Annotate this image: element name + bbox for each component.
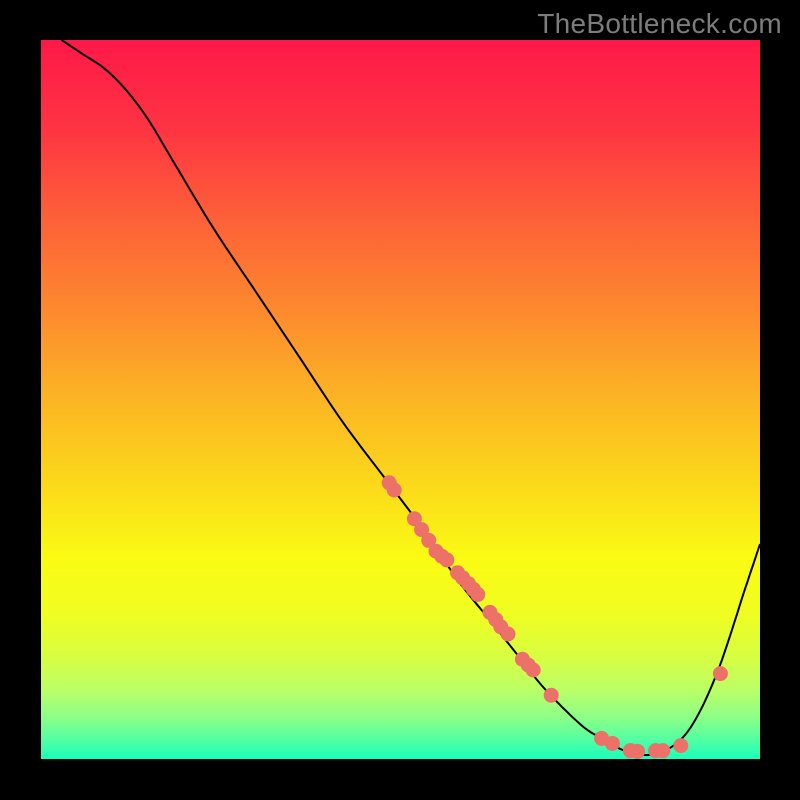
data-point [439,552,454,567]
chart-svg [40,40,760,760]
data-point [713,666,728,681]
data-point [655,743,670,758]
data-point [501,627,516,642]
data-point [605,736,620,751]
data-point [630,744,645,759]
data-point [673,738,688,753]
data-point [387,483,402,498]
chart-container: TheBottleneck.com [0,0,800,800]
watermark-text: TheBottleneck.com [537,8,782,40]
chart-background [40,40,760,760]
data-point [544,688,559,703]
data-point [526,663,541,678]
data-point [470,587,485,602]
